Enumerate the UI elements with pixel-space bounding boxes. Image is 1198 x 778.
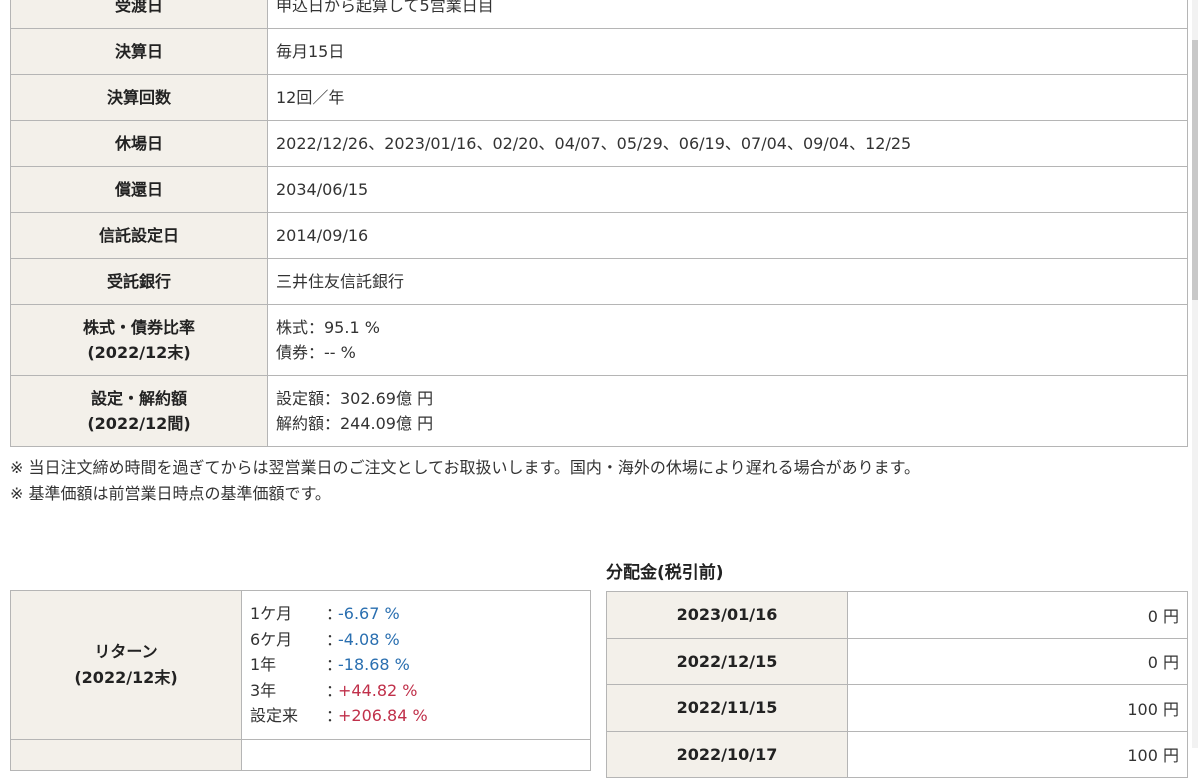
- info-row-redemption-date: 償還日 2034/06/15: [10, 166, 1188, 213]
- return-period: 6ケ月: [250, 629, 293, 649]
- info-label: 株式・債券比率 (2022/12末): [10, 304, 268, 376]
- page-scrollbar[interactable]: [1192, 0, 1198, 748]
- info-label: 決算日: [10, 28, 268, 75]
- info-value: 12回／年: [267, 74, 1188, 121]
- info-label-sub: (2022/12末): [87, 343, 191, 362]
- distribution-amount: 100 円: [847, 684, 1188, 732]
- info-row-settlement-count: 決算回数 12回／年: [10, 74, 1188, 121]
- returns-values: 1ケ月 ： -6.67 % 6ケ月 ： -4.08 % 1年 ： -18.68 …: [241, 590, 591, 740]
- return-item-inception: 設定来 ： +206.84 %: [250, 703, 582, 729]
- info-value: 2022/12/26、2023/01/16、02/20、04/07、05/29、…: [267, 120, 1188, 167]
- distribution-row: 2022/10/17 100 円: [606, 730, 1188, 778]
- info-value: 設定額：302.69億 円 解約額：244.09億 円: [267, 375, 1188, 447]
- distribution-date: 2022/11/15: [606, 684, 848, 732]
- distribution-date: 2023/01/16: [606, 591, 848, 639]
- info-value: 2034/06/15: [267, 166, 1188, 213]
- distribution-amount: 100 円: [847, 730, 1188, 778]
- return-value: -6.67 %: [338, 604, 400, 623]
- return-period: 設定来: [250, 706, 299, 726]
- returns-label-line: リターン: [94, 641, 158, 661]
- distribution-date: 2022/10/17: [606, 730, 848, 778]
- redemption-amount: 解約額：244.09億 円: [276, 414, 434, 433]
- return-colon: ：: [326, 706, 343, 726]
- returns-label: リターン (2022/12末): [10, 590, 242, 740]
- return-item-3y: 3年 ： +44.82 %: [250, 678, 582, 704]
- return-value: +44.82 %: [338, 680, 418, 700]
- return-value: -18.68 %: [338, 655, 410, 675]
- info-value: 毎月15日: [267, 28, 1188, 75]
- return-item-1y: 1年 ： -18.68 %: [250, 652, 582, 678]
- return-item-1m: 1ケ月 ： -6.67 %: [250, 601, 582, 627]
- info-row-delivery: 受渡日 申込日から起算して5営業日目: [10, 0, 1188, 29]
- returns-next-label: [10, 738, 242, 771]
- notes: ※ 当日注文締め時間を過ぎてからは翌営業日のご注文としてお取扱いします。国内・海…: [10, 455, 920, 507]
- info-label: 償還日: [10, 166, 268, 213]
- info-label-sub: (2022/12間): [87, 414, 191, 433]
- return-value: +206.84 %: [338, 706, 428, 726]
- note-nav: ※ 基準価額は前営業日時点の基準価額です。: [10, 484, 331, 503]
- stock-ratio: 株式：95.1 %: [276, 318, 380, 337]
- distribution-amount: 0 円: [847, 637, 1188, 685]
- return-value: -4.08 %: [338, 629, 400, 649]
- note-order-cutoff: ※ 当日注文締め時間を過ぎてからは翌営業日のご注文としてお取扱いします。国内・海…: [10, 458, 921, 477]
- return-item-6m: 6ケ月 ： -4.08 %: [250, 627, 582, 653]
- info-row-trustee-bank: 受託銀行 三井住友信託銀行: [10, 258, 1188, 305]
- return-colon: ：: [326, 629, 343, 649]
- info-label-line: 設定・解約額: [90, 389, 187, 408]
- returns-next-value: [241, 738, 591, 771]
- info-label: 休場日: [10, 120, 268, 167]
- return-colon: ：: [326, 680, 343, 700]
- info-row-asset-ratio: 株式・債券比率 (2022/12末) 株式：95.1 % 債券：-- %: [10, 304, 1188, 376]
- info-row-trust-date: 信託設定日 2014/09/16: [10, 212, 1188, 259]
- scrollbar-thumb[interactable]: [1192, 40, 1198, 300]
- distribution-date: 2022/12/15: [606, 637, 848, 685]
- return-colon: ：: [326, 604, 343, 623]
- fund-info-table: 受渡日 申込日から起算して5営業日目 決算日 毎月15日 決算回数 12回／年 …: [10, 0, 1188, 447]
- return-period: 1年: [250, 655, 277, 675]
- info-label: 信託設定日: [10, 212, 268, 259]
- bond-ratio: 債券：-- %: [276, 343, 356, 362]
- info-label: 受託銀行: [10, 258, 268, 305]
- distribution-row: 2023/01/16 0 円: [606, 591, 1188, 639]
- distribution-amount: 0 円: [847, 591, 1188, 639]
- distribution-table: 2023/01/16 0 円 2022/12/15 0 円 2022/11/15…: [606, 591, 1188, 778]
- info-label: 受渡日: [10, 0, 268, 29]
- returns-label-sub: (2022/12末): [74, 667, 178, 687]
- info-row-flows: 設定・解約額 (2022/12間) 設定額：302.69億 円 解約額：244.…: [10, 375, 1188, 447]
- distribution-row: 2022/11/15 100 円: [606, 684, 1188, 732]
- return-colon: ：: [326, 655, 343, 675]
- info-value: 三井住友信託銀行: [267, 258, 1188, 305]
- info-value: 2014/09/16: [267, 212, 1188, 259]
- return-period: 3年: [250, 680, 277, 700]
- info-row-settlement-date: 決算日 毎月15日: [10, 28, 1188, 75]
- info-label-line: 株式・債券比率: [82, 318, 195, 337]
- distribution-row: 2022/12/15 0 円: [606, 637, 1188, 685]
- info-row-holidays: 休場日 2022/12/26、2023/01/16、02/20、04/07、05…: [10, 120, 1188, 167]
- subscription-amount: 設定額：302.69億 円: [276, 389, 434, 408]
- return-period: 1ケ月: [250, 604, 293, 623]
- distribution-title: 分配金(税引前): [606, 563, 724, 583]
- returns-row: リターン (2022/12末) 1ケ月 ： -6.67 % 6ケ月 ： -4.0…: [10, 590, 591, 740]
- returns-table: リターン (2022/12末) 1ケ月 ： -6.67 % 6ケ月 ： -4.0…: [10, 590, 591, 771]
- info-label: 設定・解約額 (2022/12間): [10, 375, 268, 447]
- info-value: 申込日から起算して5営業日目: [267, 0, 1188, 29]
- info-value: 株式：95.1 % 債券：-- %: [267, 304, 1188, 376]
- returns-row-next: [10, 738, 591, 771]
- info-label: 決算回数: [10, 74, 268, 121]
